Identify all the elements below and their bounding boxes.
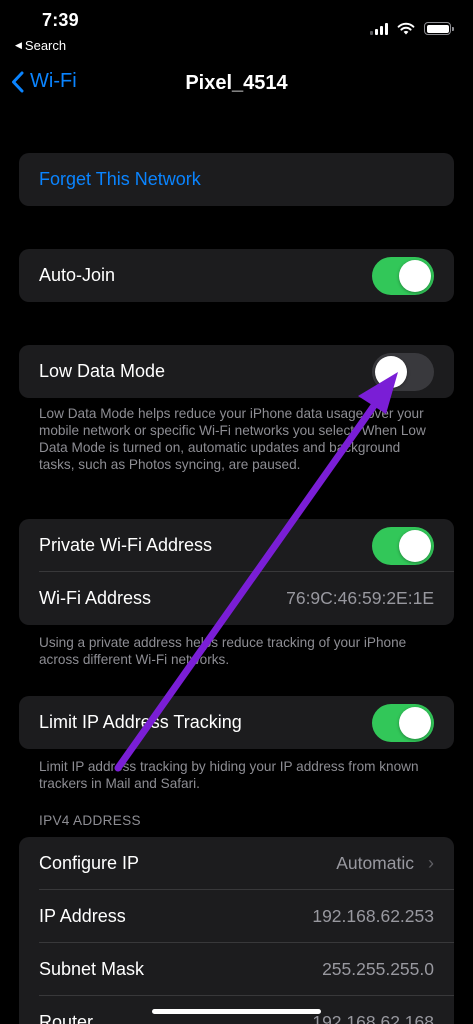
private-address-label: Private Wi-Fi Address — [39, 535, 213, 555]
subnet-mask-row: Subnet Mask 255.255.255.0 — [19, 943, 454, 996]
subnet-mask-value: 255.255.255.0 — [322, 959, 434, 979]
router-value: 192.168.62.168 — [312, 1012, 434, 1024]
status-back-to-search[interactable]: ◀ Search — [15, 38, 66, 53]
forget-network-group: Forget This Network — [19, 153, 454, 206]
private-address-row: Private Wi-Fi Address — [19, 519, 454, 572]
auto-join-toggle[interactable] — [372, 256, 434, 295]
limit-ip-tracking-row: Limit IP Address Tracking — [19, 696, 454, 749]
chevron-right-icon: › — [428, 853, 434, 873]
status-icons — [370, 22, 454, 35]
home-indicator[interactable] — [152, 1009, 321, 1014]
auto-join-group: Auto-Join — [19, 249, 454, 302]
auto-join-row: Auto-Join — [19, 249, 454, 302]
private-address-toggle[interactable] — [372, 526, 434, 565]
ip-address-value: 192.168.62.253 — [312, 906, 434, 926]
configure-ip-label: Configure IP — [39, 853, 140, 873]
configure-ip-value: Automatic — [336, 853, 414, 873]
limit-ip-tracking-group: Limit IP Address Tracking — [19, 696, 454, 749]
low-data-mode-group: Low Data Mode — [19, 345, 454, 398]
forget-network-label: Forget This Network — [39, 169, 201, 189]
low-data-mode-toggle[interactable] — [372, 352, 434, 391]
ip-address-label: IP Address — [39, 906, 126, 926]
ipv4-section-header: IPV4 ADDRESS — [39, 813, 141, 828]
wifi-network-details-screen: 7:39 ◀ Search Wi-Fi Pixel_4514 Forget Th… — [0, 0, 473, 1024]
limit-ip-tracking-description: Limit IP address tracking by hiding your… — [39, 759, 419, 791]
page-title: Pixel_4514 — [185, 72, 288, 94]
wifi-address-value: 76:9C:46:59:2E:1E — [286, 588, 434, 608]
limit-ip-tracking-label: Limit IP Address Tracking — [39, 712, 242, 732]
private-address-description: Using a private address helps reduce tra… — [39, 635, 407, 667]
private-address-group: Private Wi-Fi Address Wi-Fi Address 76:9… — [19, 519, 454, 625]
auto-join-label: Auto-Join — [39, 265, 116, 285]
status-time: 7:39 — [42, 10, 79, 30]
limit-ip-tracking-toggle[interactable] — [372, 703, 434, 742]
ipv4-group: Configure IP Automatic › IP Address 192.… — [19, 837, 454, 1024]
status-back-label: Search — [24, 38, 67, 53]
wifi-address-row: Wi-Fi Address 76:9C:46:59:2E:1E — [19, 572, 454, 625]
forget-network-button[interactable]: Forget This Network — [19, 153, 454, 206]
back-triangle-icon: ◀ — [15, 40, 22, 50]
low-data-mode-description: Low Data Mode helps reduce your iPhone d… — [39, 406, 426, 472]
low-data-mode-label: Low Data Mode — [39, 361, 166, 381]
wifi-address-label: Wi-Fi Address — [39, 588, 152, 608]
ip-address-row: IP Address 192.168.62.253 — [19, 890, 454, 943]
subnet-mask-label: Subnet Mask — [39, 959, 145, 979]
configure-ip-row[interactable]: Configure IP Automatic › — [19, 837, 454, 890]
battery-icon — [424, 22, 454, 35]
low-data-mode-row: Low Data Mode — [19, 345, 454, 398]
cellular-signal-icon — [370, 22, 388, 35]
wifi-icon — [397, 22, 415, 35]
